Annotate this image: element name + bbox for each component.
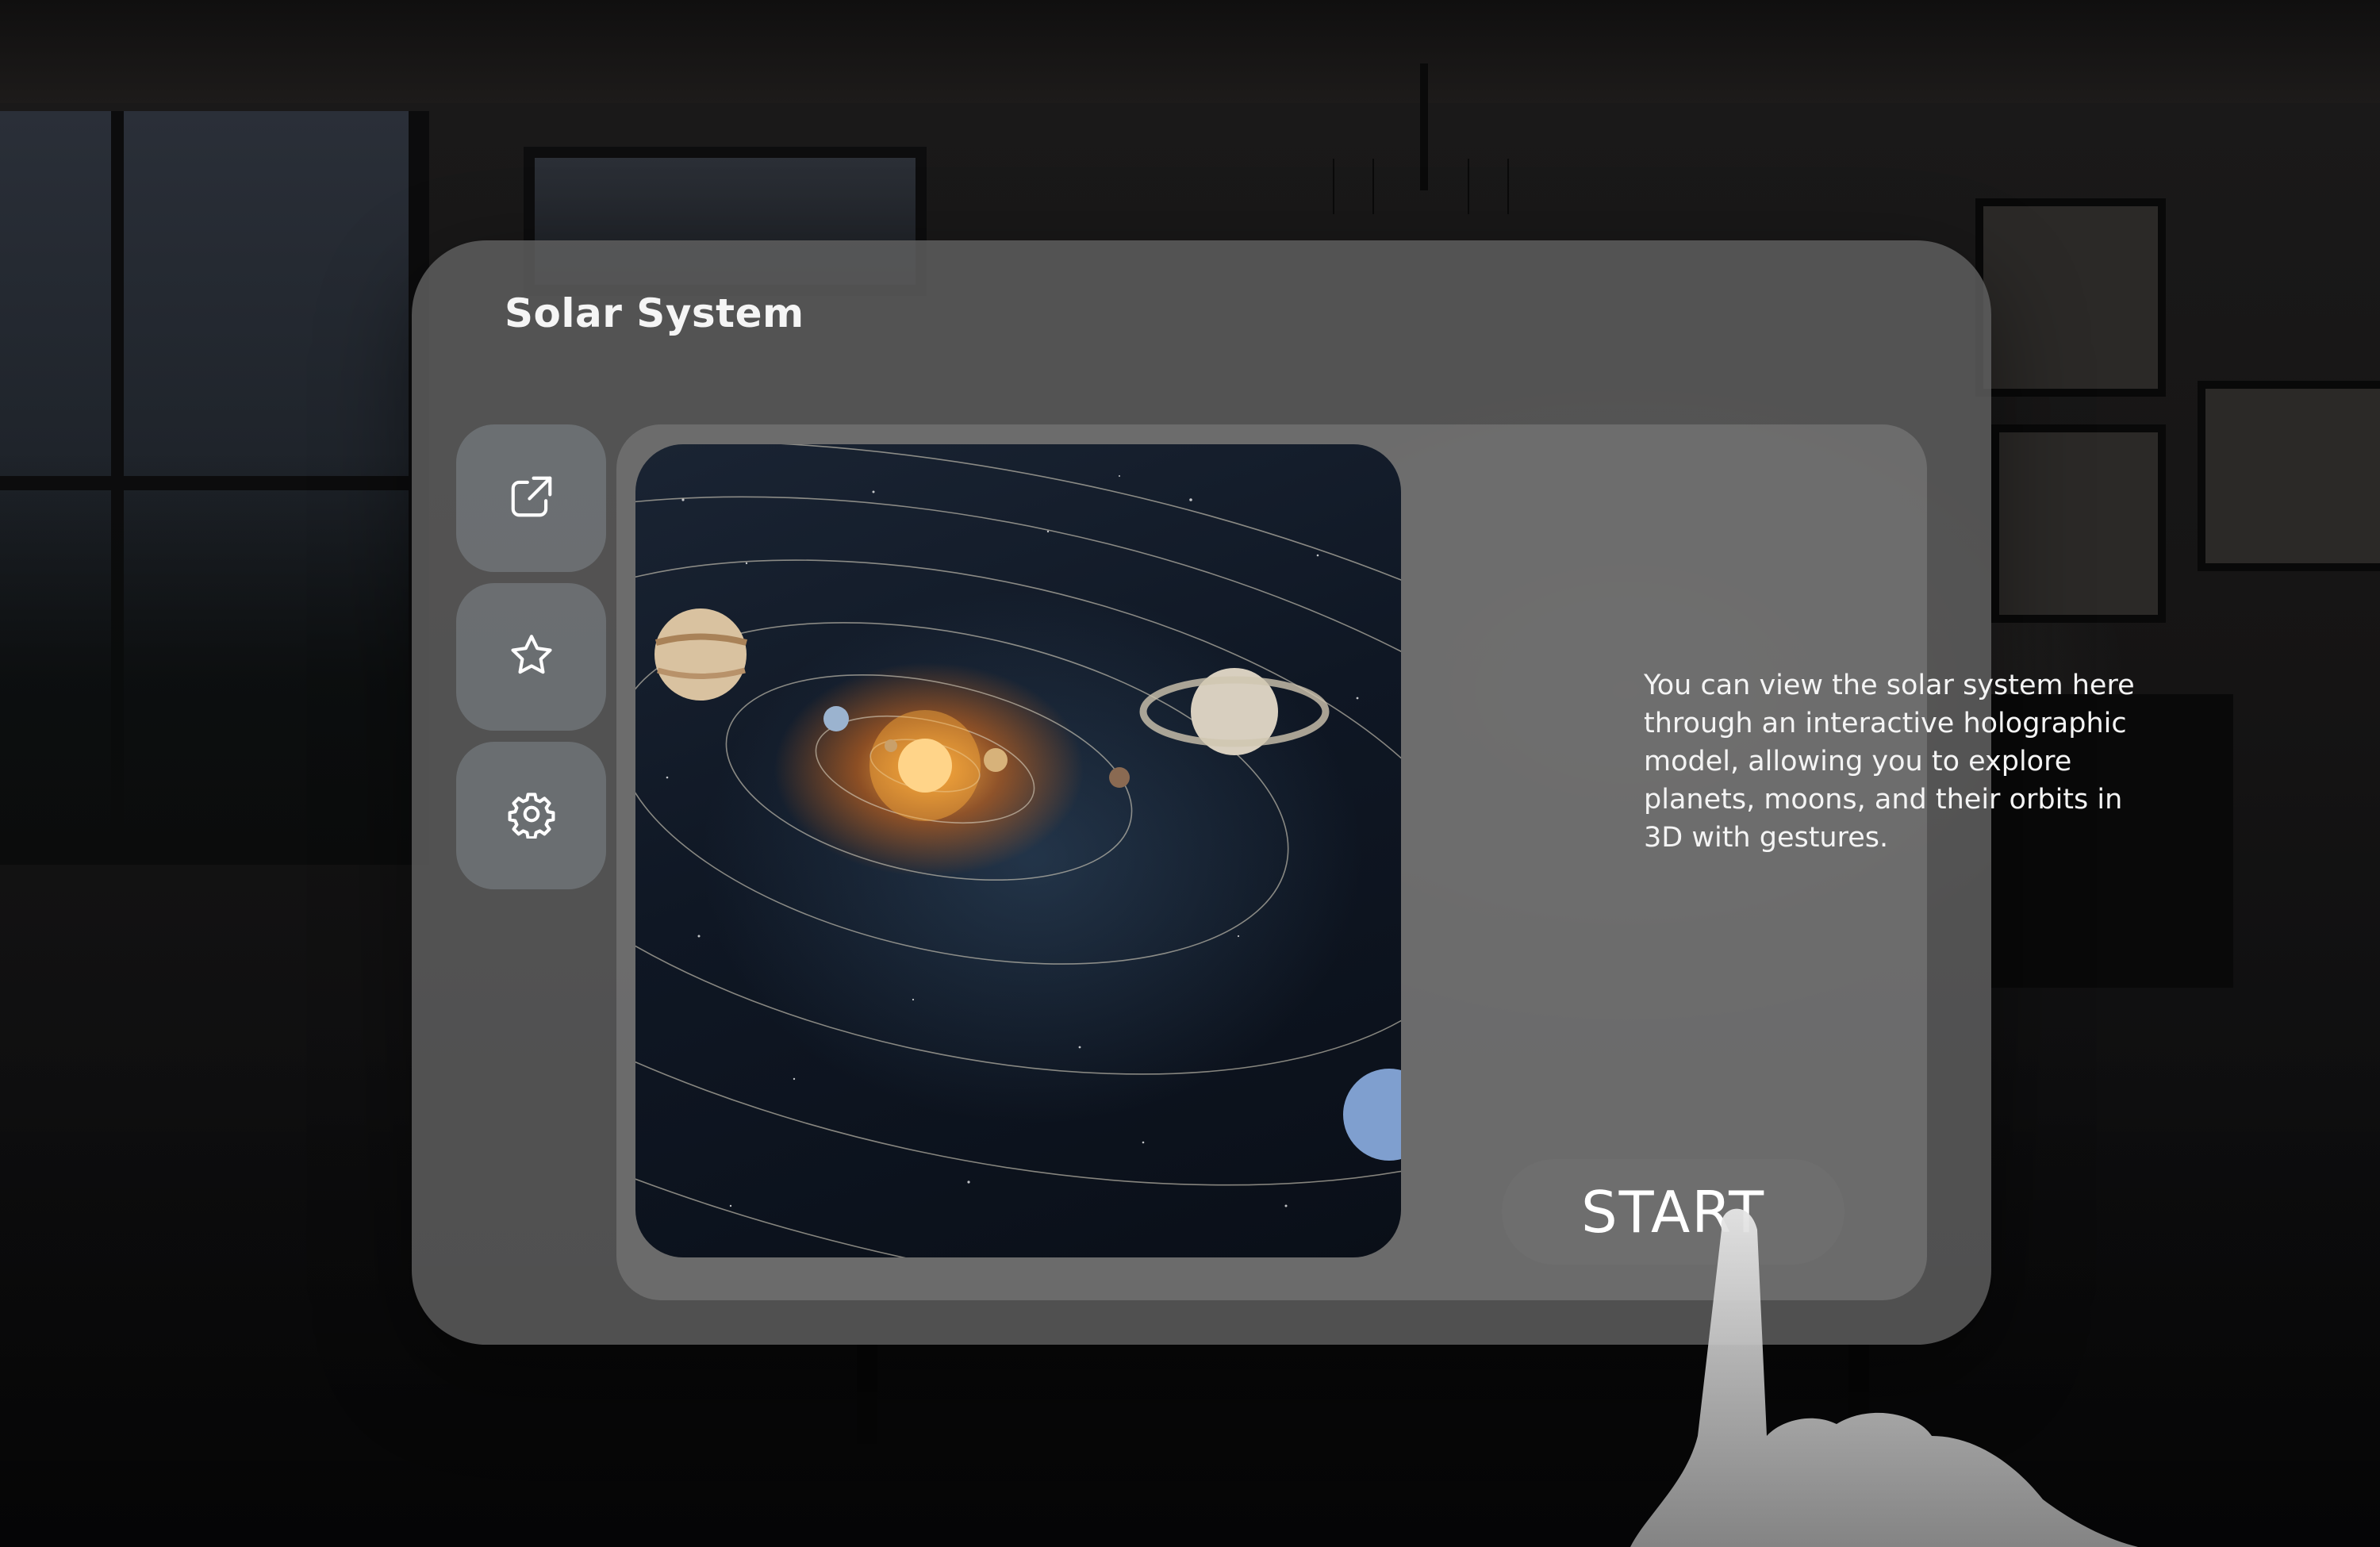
side-toolbar [456,424,606,900]
chandelier [1317,63,1523,222]
solar-system-image [635,444,1401,1257]
favorite-button[interactable] [456,583,606,731]
room-window-left [0,111,429,865]
wall-picture-frame [1975,198,2166,397]
ceiling [0,0,2380,103]
room-background: Solar System You can view the solar syst… [0,0,2380,1547]
window-title: Solar System [505,290,804,336]
solar-system-illustration [635,444,1401,1257]
settings-button[interactable] [456,742,606,889]
share-button[interactable] [456,424,606,572]
star-icon [507,631,556,683]
share-icon [507,472,556,524]
wall-picture-frame [1991,424,2166,623]
start-button-label: START [1580,1178,1766,1246]
description-text: You can view the solar system here throu… [1644,670,2135,854]
start-button[interactable]: START [1502,1159,1844,1265]
wall-picture-frame [2198,381,2380,571]
settings-gear-icon [507,789,556,842]
